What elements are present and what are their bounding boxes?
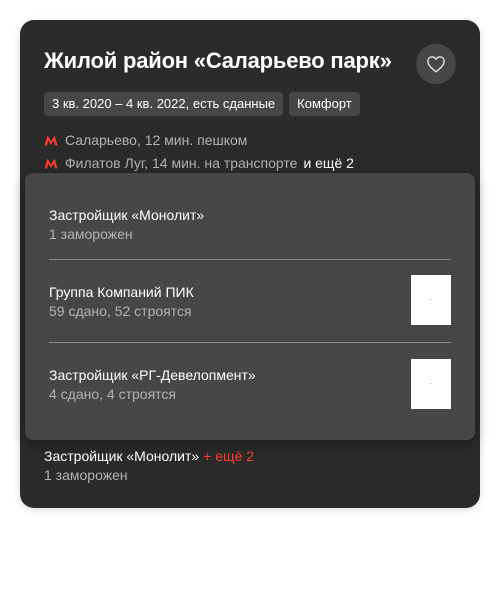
class-tag: Комфорт	[289, 92, 360, 116]
heart-icon	[427, 56, 445, 73]
developer-name: Застройщик «Монолит»	[49, 207, 205, 223]
favorite-button[interactable]	[416, 44, 456, 84]
developer-item[interactable]: Группа Компаний ПИК 59 сдано, 52 строятс…	[49, 275, 451, 335]
developer-summary: Застройщик «Монолит» + ещё 2	[44, 448, 254, 464]
metro-station-text: Саларьево, 12 мин. пешком	[65, 132, 248, 148]
metro-icon	[44, 135, 58, 145]
developer-item[interactable]: Застройщик «Монолит» 1 заморожен	[49, 203, 451, 263]
divider	[49, 342, 451, 343]
developer-summary-name[interactable]: Застройщик «Монолит»	[44, 448, 199, 464]
developer-status: 59 сдано, 52 строятся	[49, 303, 192, 319]
metro-station-text: Филатов Луг, 14 мин. на транспорте	[65, 155, 298, 171]
metro-station-row: Филатов Луг, 14 мин. на транспорте и ещё…	[44, 155, 354, 171]
developer-logo	[411, 359, 451, 409]
deadline-tag: 3 кв. 2020 – 4 кв. 2022, есть сданные	[44, 92, 284, 116]
developer-logo	[411, 275, 451, 325]
more-developers-link[interactable]: + ещё 2	[203, 448, 254, 464]
developers-popover: Застройщик «Монолит» 1 заморожен Группа …	[25, 173, 475, 440]
developer-name: Застройщик «РГ-Девелопмент»	[49, 367, 256, 383]
complex-title[interactable]: Жилой район «Саларьево парк»	[44, 48, 424, 74]
developer-item[interactable]: Застройщик «РГ-Девелопмент» 4 сдано, 4 с…	[49, 359, 451, 419]
metro-station-row: Саларьево, 12 мин. пешком	[44, 132, 247, 148]
more-stations-link[interactable]: и ещё 2	[303, 155, 353, 171]
divider	[49, 259, 451, 260]
developer-summary-status: 1 заморожен	[44, 467, 128, 483]
developer-name: Группа Компаний ПИК	[49, 284, 194, 300]
tags-row: 3 кв. 2020 – 4 кв. 2022, есть сданные Ко…	[44, 92, 360, 116]
developer-status: 4 сдано, 4 строятся	[49, 386, 177, 402]
metro-icon	[44, 158, 58, 168]
developer-status: 1 заморожен	[49, 226, 133, 242]
